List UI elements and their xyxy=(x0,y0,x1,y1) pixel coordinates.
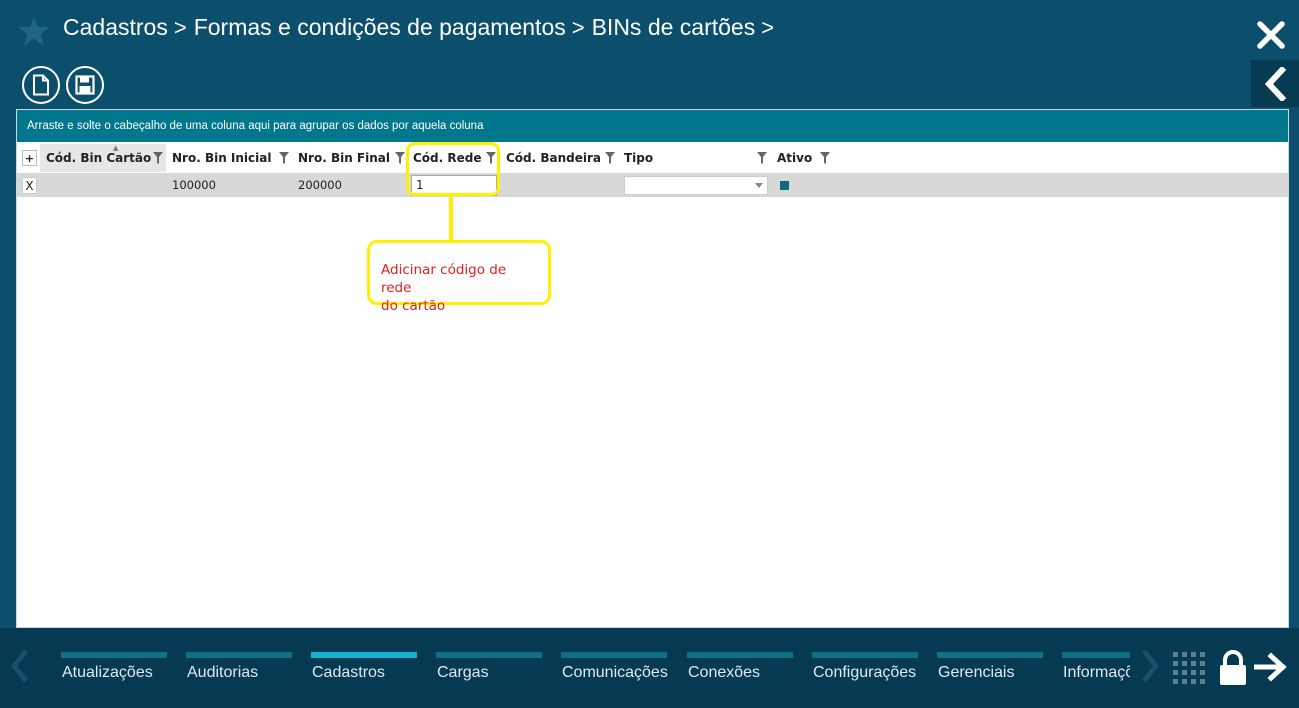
nav-bar xyxy=(687,652,793,658)
nav-label: Conexões xyxy=(688,664,761,681)
column-header-ativo[interactable]: Ativo xyxy=(777,144,817,172)
new-record-button[interactable] xyxy=(22,66,60,104)
nav-label: Informações xyxy=(1063,664,1130,681)
chevron-right-icon: > xyxy=(761,14,775,40)
chevron-left-icon xyxy=(1264,66,1287,101)
column-label: Nro. Bin Inicial xyxy=(172,151,272,165)
cell-cod-bandeira[interactable] xyxy=(506,173,616,197)
nav-bar xyxy=(1062,652,1130,658)
annotation-callout: Adicinar código de rede do cartão xyxy=(367,240,551,314)
exit-arrow-icon[interactable] xyxy=(1254,652,1288,682)
filter-icon[interactable] xyxy=(153,152,163,164)
save-button[interactable] xyxy=(66,66,104,104)
nav-bar-active xyxy=(311,652,417,658)
nav-item-comunicacoes[interactable]: Comunicações xyxy=(561,652,668,692)
nav-item-auditorias[interactable]: Auditorias xyxy=(186,652,292,692)
nav-label: Configurações xyxy=(813,664,917,681)
toolbar xyxy=(22,66,104,104)
nav-item-atualizacoes[interactable]: Atualizações xyxy=(61,652,167,692)
column-label: Tipo xyxy=(624,151,654,165)
annotation-text-line2: do cartão xyxy=(381,298,446,314)
nav-label: Cargas xyxy=(437,664,489,681)
nav-label: Auditorias xyxy=(187,664,259,681)
nav-item-configuracoes[interactable]: Configurações xyxy=(812,652,918,692)
highlight-box xyxy=(406,142,500,196)
nav-item-conexoes[interactable]: Conexões xyxy=(687,652,793,692)
column-header-tipo[interactable]: Tipo xyxy=(624,144,764,172)
filter-icon[interactable] xyxy=(395,152,405,164)
add-row-button[interactable]: + xyxy=(22,150,37,166)
cell-cod-bin[interactable] xyxy=(46,173,166,197)
breadcrumb: Cadastros > Formas e condições de pagame… xyxy=(63,14,781,41)
title-bar: Cadastros > Formas e condições de pagame… xyxy=(0,0,1299,62)
chevron-right-icon: > xyxy=(173,14,187,40)
nav-label: Atualizações xyxy=(62,664,153,681)
breadcrumb-item-formas[interactable]: Formas e condições de pagamentos xyxy=(194,14,566,41)
nav-bar xyxy=(436,652,542,658)
callout-connector xyxy=(449,196,453,241)
group-by-area[interactable]: Arraste e solte o cabeçalho de uma colun… xyxy=(17,110,1288,142)
filter-icon[interactable] xyxy=(820,152,830,164)
nav-bar xyxy=(61,652,167,658)
apps-grid-icon[interactable] xyxy=(1173,652,1205,684)
column-header-bin-final[interactable]: Nro. Bin Final xyxy=(298,144,408,172)
column-header-cod-bin[interactable]: ▲ Cód. Bin Cartão xyxy=(40,144,166,172)
lock-icon[interactable] xyxy=(1218,650,1248,686)
new-document-icon xyxy=(33,74,49,96)
filter-icon[interactable] xyxy=(757,152,767,164)
chevron-right-icon: > xyxy=(571,14,585,40)
nav-item-informacoes[interactable]: Informações xyxy=(1062,652,1130,692)
favorite-star-icon[interactable] xyxy=(17,14,51,48)
floppy-disk-icon xyxy=(75,75,95,95)
column-label: Nro. Bin Final xyxy=(298,151,390,165)
nav-label: Comunicações xyxy=(562,664,668,681)
column-label: Cód. Bandeira xyxy=(506,151,602,165)
dropdown-arrow-icon xyxy=(755,183,763,188)
chevron-right-icon[interactable] xyxy=(1138,648,1162,684)
filter-icon[interactable] xyxy=(605,152,615,164)
sort-up-icon: ▲ xyxy=(113,144,119,152)
cell-bin-final[interactable]: 200000 xyxy=(298,173,408,197)
nav-item-cargas[interactable]: Cargas xyxy=(436,652,542,692)
nav-bar xyxy=(812,652,918,658)
annotation-text-line1: Adicinar código de rede xyxy=(381,262,507,296)
filter-icon[interactable] xyxy=(279,152,289,164)
column-header-cod-bandeira[interactable]: Cód. Bandeira xyxy=(506,144,616,172)
ativo-checkbox[interactable] xyxy=(780,181,789,190)
column-header-bin-inicial[interactable]: Nro. Bin Inicial xyxy=(172,144,292,172)
bin-grid-panel: Arraste e solte o cabeçalho de uma colun… xyxy=(16,109,1289,628)
nav-item-cadastros[interactable]: Cadastros xyxy=(311,652,417,692)
breadcrumb-item-cadastros[interactable]: Cadastros xyxy=(63,14,168,41)
tipo-select[interactable] xyxy=(624,176,768,195)
column-label: Cód. Bin Cartão xyxy=(46,151,152,165)
grid-header: + ▲ Cód. Bin Cartão Nro. Bin Inicial Nro… xyxy=(17,144,1288,172)
close-icon[interactable] xyxy=(1255,19,1287,51)
nav-label: Cadastros xyxy=(312,664,385,681)
breadcrumb-item-bins[interactable]: BINs de cartões xyxy=(592,14,756,41)
cell-bin-inicial[interactable]: 100000 xyxy=(172,173,292,197)
table-row[interactable]: X 100000 200000 1 xyxy=(17,173,1288,197)
delete-row-button[interactable]: X xyxy=(22,177,37,194)
nav-strip: Atualizações Auditorias Cadastros Cargas… xyxy=(0,628,1130,708)
collapse-panel-button[interactable] xyxy=(1251,60,1299,107)
nav-item-gerenciais[interactable]: Gerenciais xyxy=(937,652,1043,692)
nav-bar xyxy=(561,652,667,658)
column-label: Ativo xyxy=(777,151,813,165)
nav-bar xyxy=(937,652,1043,658)
bottom-navigation: Atualizações Auditorias Cadastros Cargas… xyxy=(0,628,1299,708)
nav-label: Gerenciais xyxy=(938,664,1015,681)
nav-bar xyxy=(186,652,292,658)
